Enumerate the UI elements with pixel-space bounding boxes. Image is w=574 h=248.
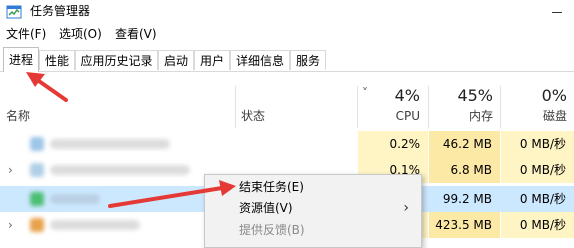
memory-cell: 6.8 MB xyxy=(429,157,500,183)
disk-total-percent: 0% xyxy=(541,86,567,105)
disk-header[interactable]: 0% 磁盘 xyxy=(501,86,567,124)
tab-processes[interactable]: 进程 xyxy=(3,47,39,72)
disk-cell: 0 MB/秒 xyxy=(501,131,574,157)
cpu-total-percent: 4% xyxy=(394,86,420,105)
process-name-redacted xyxy=(50,220,140,230)
process-icon xyxy=(30,192,44,206)
menu-item-label: 结束任务(E) xyxy=(239,180,304,194)
cpu-header[interactable]: 4% CPU xyxy=(358,86,420,124)
memory-cell: 46.2 MB xyxy=(429,131,500,157)
disk-cell: 0 MB/秒 xyxy=(501,186,574,212)
process-name-redacted xyxy=(50,194,100,204)
tab-services[interactable]: 服务 xyxy=(290,50,326,70)
menu-item-resource-values[interactable]: 资源值(V) › xyxy=(205,197,421,219)
process-icon xyxy=(30,218,44,232)
tab-users[interactable]: 用户 xyxy=(194,50,230,70)
table-row[interactable]: 0.2% 46.2 MB 0 MB/秒 xyxy=(0,131,574,157)
memory-header[interactable]: 45% 内存 xyxy=(429,86,493,124)
process-icon xyxy=(30,163,44,177)
tab-performance[interactable]: 性能 xyxy=(39,50,75,70)
tab-app-history[interactable]: 应用历史记录 xyxy=(75,50,158,70)
menu-item-label: 提供反馈(B) xyxy=(239,223,305,237)
process-name-redacted xyxy=(50,139,170,149)
expand-chevron-icon[interactable]: › xyxy=(8,212,13,238)
column-header-name[interactable]: 名称 xyxy=(6,108,30,124)
submenu-arrow-icon: › xyxy=(403,200,409,216)
disk-cell: 0 MB/秒 xyxy=(501,157,574,183)
tab-startup[interactable]: 启动 xyxy=(158,50,194,70)
menu-view[interactable]: 查看(V) xyxy=(115,26,157,42)
annotation-arrow-to-tab xyxy=(26,72,68,102)
column-separator xyxy=(235,86,236,128)
context-menu: 结束任务(E) 资源值(V) › 提供反馈(B) xyxy=(204,174,422,248)
window-title: 任务管理器 xyxy=(30,4,91,18)
minimize-button[interactable] xyxy=(544,3,570,21)
tab-details[interactable]: 详细信息 xyxy=(230,50,290,70)
menu-options[interactable]: 选项(O) xyxy=(59,26,102,42)
menu-item-label: 资源值(V) xyxy=(239,201,293,215)
cpu-cell: 0.2% xyxy=(358,131,428,157)
expand-chevron-icon[interactable]: › xyxy=(8,157,13,183)
cpu-label: CPU xyxy=(395,109,420,123)
process-icon xyxy=(30,137,44,151)
memory-total-percent: 45% xyxy=(457,86,493,105)
memory-cell: 423.5 MB xyxy=(429,212,500,238)
column-header-status[interactable]: 状态 xyxy=(241,108,265,124)
disk-label: 磁盘 xyxy=(542,109,567,123)
menu-file[interactable]: 文件(F) xyxy=(6,26,46,42)
memory-cell: 99.2 MB xyxy=(429,186,500,212)
memory-label: 内存 xyxy=(468,109,493,123)
process-name-redacted xyxy=(50,165,190,175)
disk-cell: 0 MB/秒 xyxy=(501,212,574,238)
menu-item-end-task[interactable]: 结束任务(E) xyxy=(205,177,421,197)
task-manager-icon xyxy=(6,5,22,19)
tab-divider xyxy=(0,71,574,72)
menu-item-feedback[interactable]: 提供反馈(B) xyxy=(205,219,421,241)
